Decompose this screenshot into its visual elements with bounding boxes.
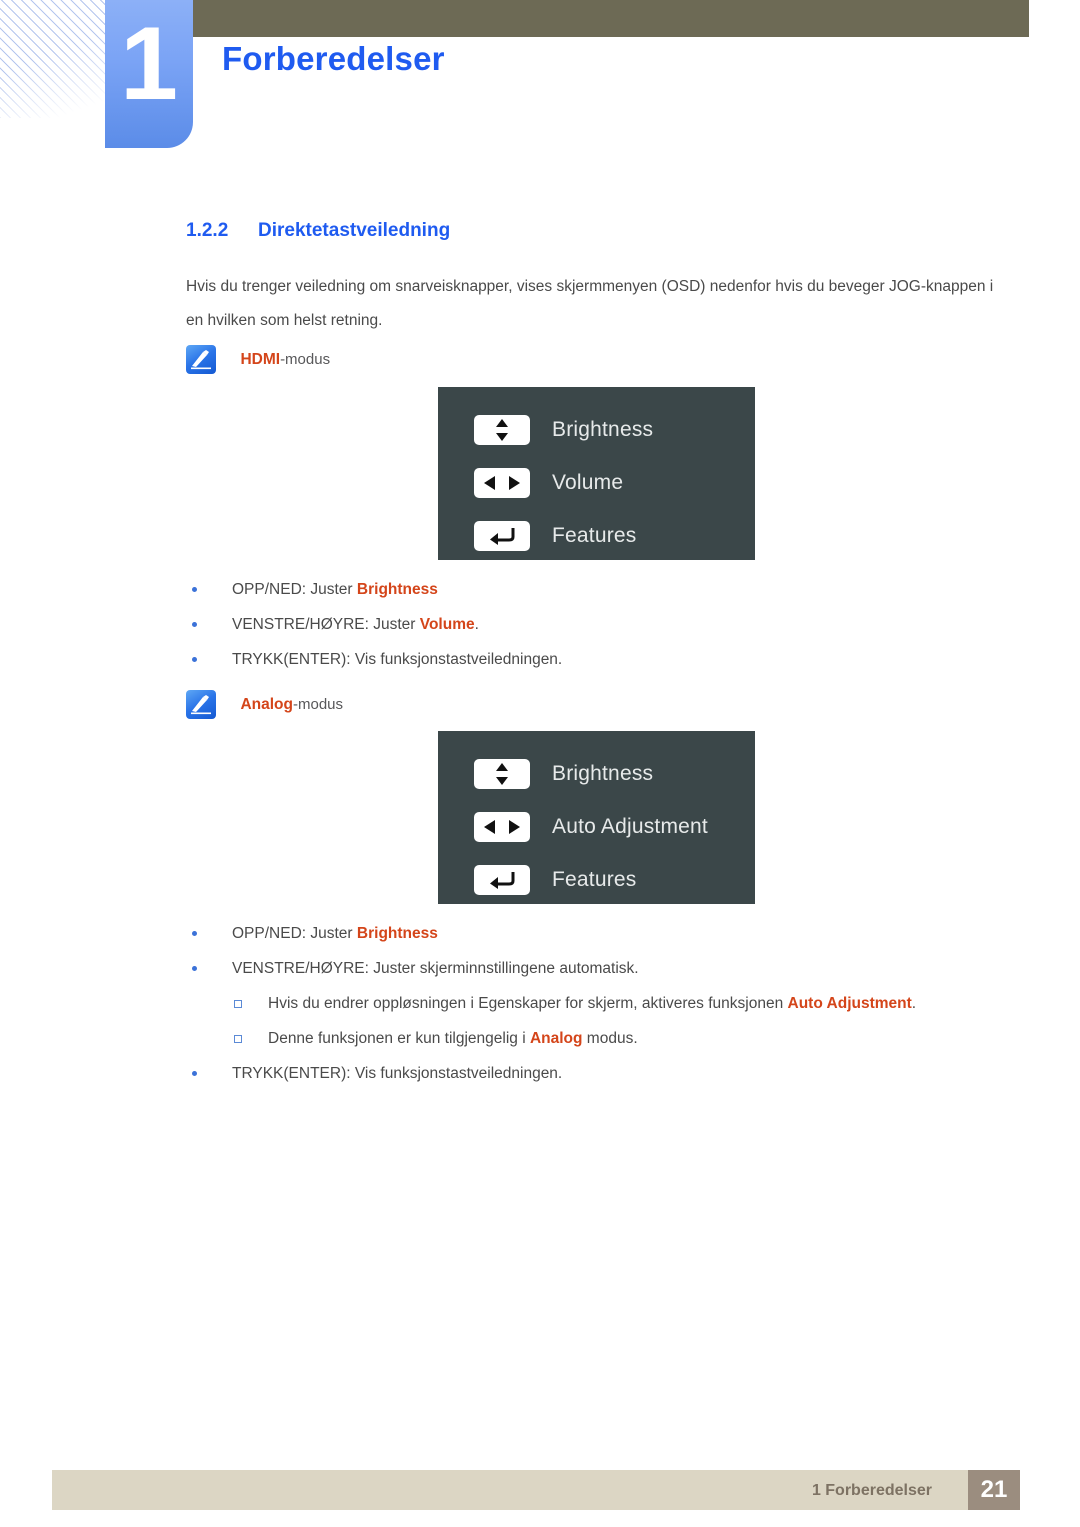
section-number: 1.2.2 <box>186 220 229 241</box>
sub-list-item: Hvis du endrer oppløsningen i Egenskaper… <box>186 986 1016 1021</box>
list-item-tail: . <box>474 616 479 633</box>
header-bar <box>193 0 1029 37</box>
hdmi-mode-label-rest: -modus <box>280 350 331 368</box>
sub-list-item-highlight: Auto Adjustment <box>787 995 912 1012</box>
osd-row[interactable]: Features <box>438 509 755 562</box>
note-pen-icon <box>186 690 216 719</box>
hdmi-mode-label-strong: HDMI <box>240 350 281 368</box>
bullet-dot-icon <box>192 931 197 936</box>
sub-list-item-tail: modus. <box>582 1030 638 1047</box>
intro-paragraph: Hvis du trenger veiledning om snarveiskn… <box>186 278 994 329</box>
osd-row[interactable]: Volume <box>438 456 755 509</box>
list-item: OPP/NED: Juster Brightness <box>186 572 1016 607</box>
section-heading: 1.2.2 Direktetastveiledning <box>186 220 450 242</box>
hdmi-mode-note: HDMI-modus <box>186 345 330 374</box>
analog-mode-note: Analog-modus <box>186 690 343 719</box>
footer-chapter-label: 1 Forberedelser <box>811 1482 932 1499</box>
sub-list-item-tail: . <box>911 995 917 1012</box>
chapter-title: Forberedelser <box>222 40 445 77</box>
chapter-tab: 1 <box>105 0 193 148</box>
list-item: TRYKK(ENTER): Vis funksjonstastveilednin… <box>186 642 1016 677</box>
list-item-highlight: Volume <box>419 616 475 633</box>
hdmi-mode-label: HDMI-modus <box>240 351 330 369</box>
list-item-text: VENSTRE/HØYRE: Juster <box>232 616 420 633</box>
hdmi-osd-menu: Brightness Volume Features <box>438 387 755 560</box>
sub-list-item-text: Denne funksjonen er kun tilgjengelig i <box>268 1030 530 1047</box>
osd-row-label: Features <box>552 523 637 547</box>
sub-bullet-square-icon <box>234 1000 242 1008</box>
list-item-text: VENSTRE/HØYRE: Juster skjerminnstillinge… <box>232 960 639 977</box>
sub-list-item-highlight: Analog <box>529 1030 583 1047</box>
up-down-arrows-icon[interactable] <box>474 414 530 445</box>
osd-row-label: Features <box>552 867 637 891</box>
list-item: TRYKK(ENTER): Vis funksjonstastveilednin… <box>186 1056 1016 1091</box>
bullet-dot-icon <box>192 966 197 971</box>
footer-page-number: 21 <box>968 1470 1020 1510</box>
bullet-dot-icon <box>192 587 197 592</box>
osd-row[interactable]: Features <box>438 853 755 906</box>
section-title: Direktetastveiledning <box>258 220 451 241</box>
list-item-highlight: Brightness <box>356 925 438 942</box>
osd-row-label: Brightness <box>552 417 654 441</box>
note-pen-icon <box>186 345 216 374</box>
list-item: VENSTRE/HØYRE: Juster skjerminnstillinge… <box>186 951 1016 986</box>
list-item-highlight: Brightness <box>356 581 438 598</box>
list-item: VENSTRE/HØYRE: Juster Volume. <box>186 607 1016 642</box>
list-item: OPP/NED: Juster Brightness <box>186 916 1016 951</box>
bullet-dot-icon <box>192 1071 197 1076</box>
left-right-arrows-icon[interactable] <box>474 467 530 498</box>
osd-row[interactable]: Brightness <box>438 403 755 456</box>
osd-row-label: Brightness <box>552 761 654 785</box>
osd-row-label: Auto Adjustment <box>552 814 708 838</box>
left-right-arrows-icon[interactable] <box>474 811 530 842</box>
up-down-arrows-icon[interactable] <box>474 758 530 789</box>
analog-osd-menu: Brightness Auto Adjustment Features <box>438 731 755 904</box>
osd-row-label: Volume <box>552 470 624 494</box>
bullet-dot-icon <box>192 657 197 662</box>
list-item-text: OPP/NED: Juster <box>232 581 357 598</box>
sub-list-item-text: Hvis du endrer oppløsningen i Egenskaper… <box>268 995 788 1012</box>
sub-list-item: Denne funksjonen er kun tilgjengelig i A… <box>186 1021 1016 1056</box>
analog-mode-label: Analog-modus <box>240 696 343 714</box>
bullet-dot-icon <box>192 622 197 627</box>
analog-bullet-list: OPP/NED: Juster Brightness VENSTRE/HØYRE… <box>186 916 1016 1091</box>
hdmi-bullet-list: OPP/NED: Juster Brightness VENSTRE/HØYRE… <box>186 572 1016 677</box>
osd-row[interactable]: Auto Adjustment <box>438 800 755 853</box>
analog-mode-label-rest: -modus <box>292 695 344 713</box>
list-item-text: TRYKK(ENTER): Vis funksjonstastveilednin… <box>232 651 563 668</box>
enter-arrow-icon[interactable] <box>474 864 530 895</box>
osd-row[interactable]: Brightness <box>438 747 755 800</box>
decorative-hatch-pattern <box>0 0 112 118</box>
enter-arrow-icon[interactable] <box>474 520 530 551</box>
list-item-text: OPP/NED: Juster <box>232 925 357 942</box>
list-item-text: TRYKK(ENTER): Vis funksjonstastveilednin… <box>232 1065 563 1082</box>
sub-bullet-square-icon <box>234 1035 242 1043</box>
analog-mode-label-strong: Analog <box>240 695 293 713</box>
chapter-number: 1 <box>120 6 178 122</box>
